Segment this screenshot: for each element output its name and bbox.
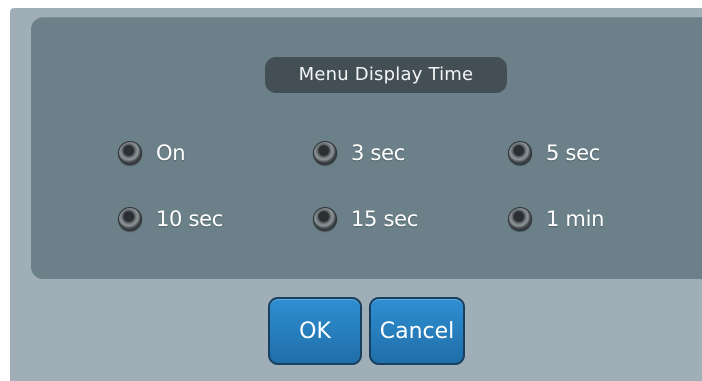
option-label: 10 sec bbox=[156, 207, 224, 231]
option-label: 15 sec bbox=[351, 207, 419, 231]
option-label: 3 sec bbox=[351, 141, 405, 165]
radio-icon[interactable] bbox=[118, 207, 142, 231]
radio-icon[interactable] bbox=[508, 141, 532, 165]
option-label: On bbox=[156, 141, 186, 165]
option-label: 1 min bbox=[546, 207, 605, 231]
menu-display-time-dialog: Menu Display Time On 3 sec 5 sec 10 sec … bbox=[10, 8, 702, 381]
option-on[interactable]: On bbox=[118, 138, 186, 168]
options-panel: Menu Display Time On 3 sec 5 sec 10 sec … bbox=[31, 17, 702, 279]
option-label: 5 sec bbox=[546, 141, 600, 165]
radio-icon[interactable] bbox=[508, 207, 532, 231]
option-5-sec[interactable]: 5 sec bbox=[508, 138, 600, 168]
option-15-sec[interactable]: 15 sec bbox=[313, 204, 418, 234]
radio-icon[interactable] bbox=[313, 141, 337, 165]
option-3-sec[interactable]: 3 sec bbox=[313, 138, 405, 168]
radio-icon[interactable] bbox=[118, 141, 142, 165]
radio-icon[interactable] bbox=[313, 207, 337, 231]
cancel-button[interactable]: Cancel bbox=[369, 297, 465, 365]
dialog-title: Menu Display Time bbox=[265, 57, 507, 93]
option-1-min[interactable]: 1 min bbox=[508, 204, 604, 234]
ok-button[interactable]: OK bbox=[268, 297, 362, 365]
option-10-sec[interactable]: 10 sec bbox=[118, 204, 223, 234]
